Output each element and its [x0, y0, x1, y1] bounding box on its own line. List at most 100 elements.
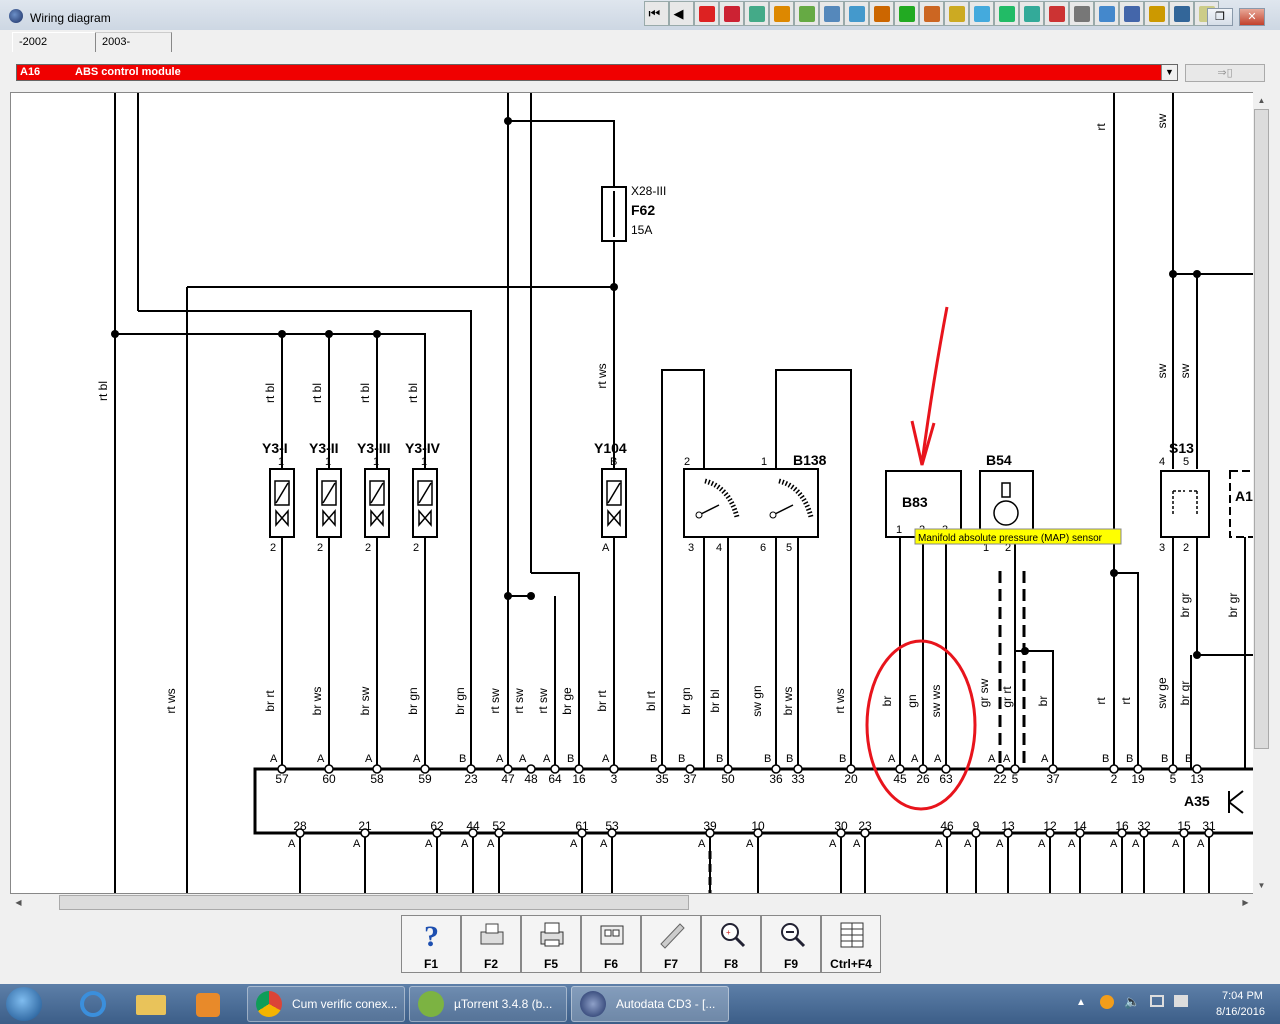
pin-number: 59	[418, 772, 432, 786]
wheel-icon[interactable]	[1119, 1, 1144, 26]
pin-number: 19	[1131, 772, 1145, 786]
vertical-scroll-thumb[interactable]	[1254, 109, 1269, 749]
pin-number: 23	[464, 772, 478, 786]
pin-number: 37	[1046, 772, 1060, 786]
pin-letter: B	[650, 753, 657, 765]
taskbar-item-chrome[interactable]: Cum verific conex...	[247, 986, 405, 1022]
wrench-icon[interactable]	[894, 1, 919, 26]
action-center-icon[interactable]	[1174, 995, 1188, 1007]
pin-number: 60	[322, 772, 336, 786]
pin-label: 4	[716, 542, 722, 554]
map-icon[interactable]	[744, 1, 769, 26]
flag-icon[interactable]	[719, 1, 744, 26]
function-key-f1[interactable]: ? F1	[401, 915, 461, 973]
component-label: A35	[1184, 793, 1210, 809]
car-icon[interactable]	[869, 1, 894, 26]
wire-color-label: br gn	[406, 687, 420, 714]
clock-date[interactable]: 8/16/2016	[1216, 1006, 1265, 1018]
taskbar-item-utorrent[interactable]: µTorrent 3.4.8 (b...	[409, 986, 567, 1022]
go-to-component-button[interactable]: ⇒▯	[1185, 64, 1265, 82]
function-key-f5[interactable]: F5	[521, 915, 581, 973]
component-select[interactable]: A16 ABS control module ▼	[16, 64, 1178, 81]
function-key-f7[interactable]: F7	[641, 915, 701, 973]
close-button[interactable]: ✕	[1239, 8, 1265, 26]
component-s13	[1160, 470, 1210, 538]
avast-icon[interactable]	[1100, 995, 1114, 1009]
taskbar: Cum verific conex... µTorrent 3.4.8 (b..…	[0, 984, 1280, 1024]
pin-letter: A	[829, 838, 837, 850]
tab-2003[interactable]: 2003-	[96, 32, 172, 52]
toolbar: ⏮ ◀	[644, 1, 1219, 27]
pin-number: 57	[275, 772, 289, 786]
pin-letter: A	[934, 753, 942, 765]
user-icon[interactable]	[919, 1, 944, 26]
pin-number: 63	[939, 772, 953, 786]
wire-color-label: rt	[1094, 697, 1108, 705]
junction-dot	[111, 330, 119, 338]
pin-letter: A	[413, 753, 421, 765]
alert-icon[interactable]	[1144, 1, 1169, 26]
zoom-out-icon	[781, 923, 806, 948]
start-button[interactable]	[6, 987, 42, 1021]
tab-row: -2002 2003-	[0, 30, 1280, 54]
junction-dot	[610, 283, 618, 291]
component-name: ABS control module	[75, 66, 181, 78]
scroll-left-icon[interactable]: ◀	[10, 894, 27, 911]
pin-label: 1	[373, 456, 379, 468]
function-key-f2[interactable]: F2	[461, 915, 521, 973]
component-b138	[683, 468, 819, 538]
wire-color-label: rt	[1094, 123, 1108, 131]
chevron-down-icon[interactable]: ▼	[1161, 65, 1177, 80]
network-icon[interactable]	[1094, 1, 1119, 26]
connector-pin	[705, 828, 715, 838]
gear-icon[interactable]	[769, 1, 794, 26]
pin-label: 2	[413, 542, 419, 554]
warning-icon[interactable]	[694, 1, 719, 26]
gauge-icon[interactable]	[819, 1, 844, 26]
back-icon[interactable]: ◀	[669, 1, 694, 26]
scroll-right-icon[interactable]: ▶	[1237, 894, 1254, 911]
function-key-f8[interactable]: + F8	[701, 915, 761, 973]
taskbar-item-autodata[interactable]: Autodata CD3 - [...	[571, 986, 729, 1022]
pin-label: 4	[1159, 456, 1165, 468]
speaker-icon[interactable]: 🔈	[1124, 994, 1140, 1010]
wiring-diagram[interactable]: X28-III F62 15A 1 2 Y3-I 1 2 Y3-II 1 2 Y3-III 1 2 Y3-I…	[10, 92, 1264, 894]
lamp-icon[interactable]	[944, 1, 969, 26]
ie-icon[interactable]	[70, 987, 116, 1021]
scroll-up-icon[interactable]: ▲	[1253, 92, 1270, 109]
pin-letter: A	[496, 753, 504, 765]
connector-pin	[1204, 828, 1214, 838]
battery-icon[interactable]	[1044, 1, 1069, 26]
clock-icon[interactable]	[994, 1, 1019, 26]
function-key-ctrl-f4[interactable]: Ctrl+F4	[821, 915, 881, 973]
connector-pin	[860, 828, 870, 838]
function-key-f9[interactable]: F9	[761, 915, 821, 973]
tab-2002[interactable]: -2002	[12, 32, 96, 52]
horizontal-scrollbar[interactable]: ◀ ▶	[10, 894, 1254, 911]
explorer-icon[interactable]	[128, 987, 174, 1021]
show-hidden-icon[interactable]: ▲	[1076, 997, 1086, 1008]
pin-label: 3	[1159, 542, 1165, 554]
clock-time[interactable]: 7:04 PM	[1222, 990, 1263, 1002]
pin-number: 58	[370, 772, 384, 786]
pin-label: 1	[278, 456, 284, 468]
pin-label: 2	[1183, 542, 1189, 554]
restore-button[interactable]: ❐	[1207, 8, 1233, 26]
cable-icon[interactable]	[969, 1, 994, 26]
first-icon[interactable]: ⏮	[644, 1, 669, 26]
chart-icon[interactable]	[844, 1, 869, 26]
horizontal-scroll-thumb[interactable]	[59, 895, 689, 910]
chip-icon[interactable]	[1169, 1, 1194, 26]
scroll-down-icon[interactable]: ▼	[1253, 877, 1270, 894]
pin-letter: A	[317, 753, 325, 765]
wire-color-label: rt bl	[358, 383, 372, 403]
function-key-f6[interactable]: F6	[581, 915, 641, 973]
tools-icon[interactable]	[794, 1, 819, 26]
pin-letter: A	[425, 838, 433, 850]
network-icon[interactable]	[1150, 995, 1164, 1007]
settings-icon[interactable]	[1019, 1, 1044, 26]
pin-letter: A	[487, 838, 495, 850]
vertical-scrollbar[interactable]: ▲ ▼	[1253, 92, 1270, 894]
printer-icon[interactable]	[1069, 1, 1094, 26]
media-player-icon[interactable]	[186, 987, 232, 1021]
